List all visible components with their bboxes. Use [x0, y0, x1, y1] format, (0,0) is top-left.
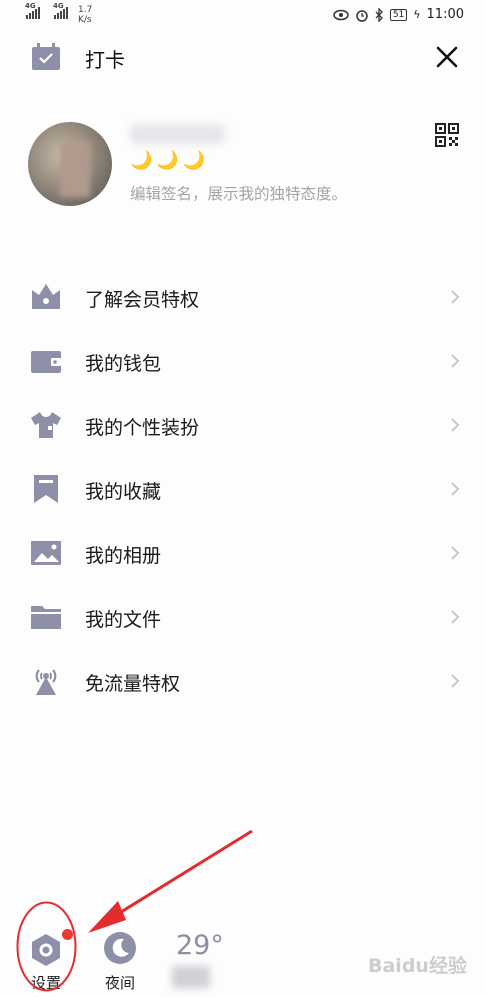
crown-icon [32, 284, 60, 309]
bookmark-icon [34, 475, 58, 503]
calendar-check-icon[interactable] [31, 43, 61, 71]
menu-item-album[interactable]: 我的相册 [0, 521, 486, 585]
chevron-right-icon [451, 354, 460, 368]
battery-icon: 51 [389, 8, 408, 21]
bluetooth-icon [375, 7, 383, 22]
menu-item-favorites[interactable]: 我的收藏 [0, 457, 486, 521]
chevron-right-icon [451, 610, 460, 624]
image-icon [31, 541, 61, 565]
chevron-right-icon [451, 482, 460, 496]
avatar[interactable] [28, 122, 112, 206]
checkin-title[interactable]: 打卡 [85, 44, 125, 73]
menu-item-label: 我的收藏 [85, 481, 162, 503]
chevron-right-icon [451, 418, 460, 432]
username-blurred [130, 124, 225, 144]
watermark: Baidu经验 [368, 955, 467, 977]
menu-item-label: 免流量特权 [85, 673, 181, 695]
eye-icon [333, 9, 349, 20]
signal-tower-icon [35, 669, 57, 695]
alarm-icon [356, 9, 368, 22]
network-speed: 1.7 K/s [78, 5, 93, 25]
menu-item-label: 我的相册 [85, 545, 162, 567]
menu-item-label: 我的钱包 [85, 353, 162, 375]
annotation-arrow [88, 829, 253, 933]
menu-item-label: 我的文件 [85, 609, 162, 631]
charging-icon: ϟ [413, 8, 421, 21]
level-moons: 🌙🌙🌙 [130, 150, 210, 171]
qr-code-icon[interactable] [435, 123, 459, 147]
signal-icon-1: 4G [25, 2, 40, 19]
menu-item-wallet[interactable]: 我的钱包 [0, 329, 486, 393]
close-icon[interactable] [433, 43, 461, 71]
signal-icon-2: 4G [53, 2, 68, 19]
chevron-right-icon [451, 674, 460, 688]
chevron-right-icon [451, 290, 460, 304]
menu-list: 了解会员特权 我的钱包 我的个性装扮 我的收藏 我的相册 我的文件 免流量特权 [0, 265, 486, 713]
menu-item-label: 我的个性装扮 [85, 417, 200, 439]
menu-item-vip[interactable]: 了解会员特权 [0, 265, 486, 329]
wallet-icon [31, 351, 61, 373]
menu-item-dressup[interactable]: 我的个性装扮 [0, 393, 486, 457]
status-bar: 4G 4G 1.7 K/s 51 ϟ 11:00 [0, 0, 486, 32]
signature-text[interactable]: 编辑签名，展示我的独特态度。 [130, 182, 347, 204]
menu-item-files[interactable]: 我的文件 [0, 585, 486, 649]
highlight-ellipse [16, 901, 77, 992]
folder-icon [31, 606, 61, 629]
night-mode-label: 夜间 [104, 974, 135, 992]
clock: 11:00 [426, 7, 464, 22]
menu-item-free-data[interactable]: 免流量特权 [0, 649, 486, 713]
menu-item-label: 了解会员特权 [85, 289, 200, 311]
weather-location-blurred [172, 966, 210, 988]
chevron-right-icon [451, 546, 460, 560]
tshirt-icon [31, 412, 61, 438]
